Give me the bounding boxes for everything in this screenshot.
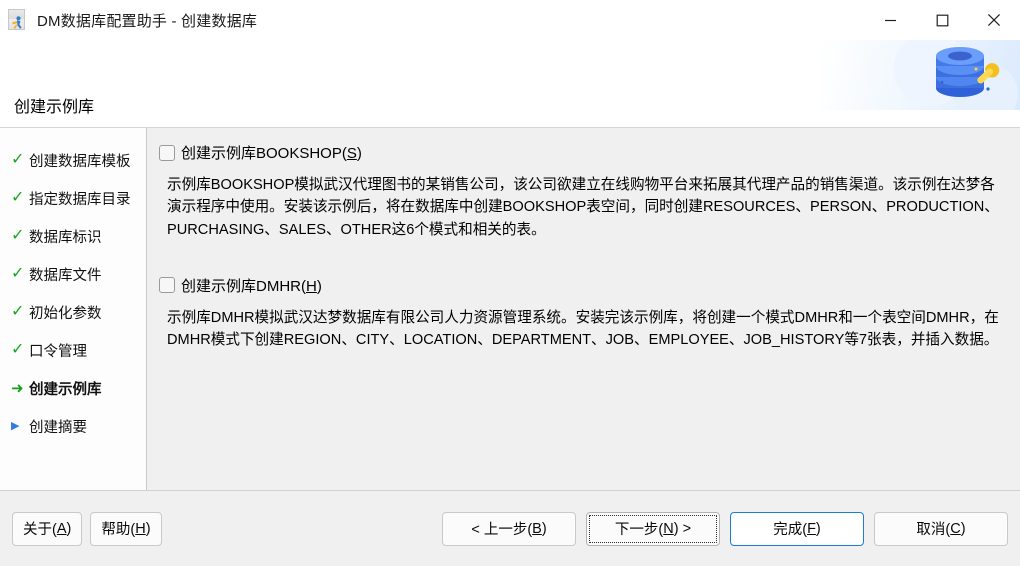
bookshop-checkbox[interactable] [159,144,175,161]
footer-right-buttons: < 上一步(B) 下一步(N) > 完成(F) 取消(C) [442,511,1008,546]
cancel-mnemonic: C [950,520,961,537]
finish-button[interactable]: 完成(F) [730,511,864,546]
page-title: 创建示例库 [14,99,95,116]
sidebar-step-create-summary[interactable]: ▶ 创建摘要 [0,407,146,445]
next-step-button[interactable]: 下一步(N) > [586,511,720,546]
page-banner: 创建示例库 [0,40,1020,127]
dm-assistant-icon [7,9,29,31]
sidebar-step-label: 创建示例库 [29,381,102,398]
minimize-button[interactable] [864,0,916,40]
database-wrench-illustration [820,40,1020,110]
close-icon [987,13,1001,27]
cancel-label-suffix: ) [960,520,966,537]
sidebar-step-init-parameters[interactable]: ✓ 初始化参数 [0,293,146,331]
sidebar-step-label: 初始化参数 [29,305,102,322]
minimize-icon [884,19,896,21]
dmhr-label-prefix: 创建示例库DMHR( [181,277,306,295]
dm-database-configuration-assistant-window: DM数据库配置助手 - 创建数据库 创建示例库 ✓ 创建数据库模板 ✓ 指定数据… [0,0,1020,566]
dmhr-checkbox[interactable] [159,277,175,294]
bookshop-checkbox-label: 创建示例库BOOKSHOP(S) [181,142,362,163]
finish-label-prefix: 完成( [773,522,808,538]
bookshop-checkbox-row[interactable]: 创建示例库BOOKSHOP(S) [159,142,1006,163]
window-title: DM数据库配置助手 - 创建数据库 [37,12,258,30]
check-icon: ✓ [11,151,25,168]
sidebar-step-label: 数据库文件 [29,267,102,284]
sidebar-step-database-files[interactable]: ✓ 数据库文件 [0,255,146,293]
arrow-right-icon: ➜ [11,379,24,397]
bookshop-mnemonic: S [346,145,357,162]
previous-step-button[interactable]: < 上一步(B) [442,511,576,546]
about-label-prefix: 关于( [23,522,57,538]
body-area: ✓ 创建数据库模板 ✓ 指定数据库目录 ✓ 数据库标识 ✓ 数据库文件 ✓ 初始… [0,127,1020,490]
about-button[interactable]: 关于(A) [12,511,83,546]
bookshop-label-suffix: ) [356,145,362,162]
help-mnemonic: H [135,520,146,537]
next-mnemonic: N [663,520,674,537]
prev-label-suffix: ) [541,520,547,537]
dmhr-description: 示例库DMHR模拟武汉达梦数据库有限公司人力资源管理系统。安装完该示例库，将创建… [167,309,999,349]
cancel-button[interactable]: 取消(C) [874,511,1008,546]
title-bar: DM数据库配置助手 - 创建数据库 [0,0,1020,40]
check-icon: ✓ [11,227,25,244]
about-label-suffix: ) [66,520,72,537]
wizard-steps-sidebar: ✓ 创建数据库模板 ✓ 指定数据库目录 ✓ 数据库标识 ✓ 数据库文件 ✓ 初始… [0,128,147,490]
sidebar-step-label: 口令管理 [29,343,87,360]
sidebar-step-label: 指定数据库目录 [29,191,131,208]
sidebar-step-label: 创建摘要 [29,419,87,436]
finish-label-suffix: ) [815,520,821,537]
check-icon: ✓ [11,341,25,358]
sidebar-step-label: 创建数据库模板 [29,153,131,170]
dmhr-label-suffix: ) [316,277,322,295]
cancel-label-prefix: 取消( [916,522,951,538]
check-icon: ✓ [11,189,25,206]
triangle-right-icon: ▶ [11,419,20,432]
maximize-button[interactable] [916,0,968,40]
dmhr-mnemonic: H [306,277,317,295]
sidebar-step-password-management[interactable]: ✓ 口令管理 [0,331,146,369]
sidebar-step-specify-directory[interactable]: ✓ 指定数据库目录 [0,179,146,217]
help-button[interactable]: 帮助(H) [90,511,162,546]
dmhr-checkbox-label: 创建示例库DMHR(H) [181,275,322,296]
next-label-suffix: ) > [673,520,692,537]
footer-button-bar: 关于(A) 帮助(H) < 上一步(B) 下一步(N) > 完成(F) 取消(C… [0,490,1020,566]
dmhr-checkbox-row[interactable]: 创建示例库DMHR(H) [159,275,1006,296]
content-panel: 创建示例库BOOKSHOP(S) 示例库BOOKSHOP模拟武汉代理图书的某销售… [147,128,1020,490]
window-controls [864,0,1020,40]
help-label-prefix: 帮助( [101,522,136,538]
sidebar-step-create-template[interactable]: ✓ 创建数据库模板 [0,141,146,179]
bookshop-label-prefix: 创建示例库BOOKSHOP( [181,145,347,162]
next-label-prefix: 下一步( [614,522,664,538]
check-icon: ✓ [11,303,25,320]
finish-mnemonic: F [807,520,816,537]
prev-mnemonic: B [532,520,542,537]
sidebar-step-database-identity[interactable]: ✓ 数据库标识 [0,217,146,255]
maximize-icon [936,14,948,26]
close-button[interactable] [968,0,1020,40]
footer-left-buttons: 关于(A) 帮助(H) [12,511,162,546]
bookshop-description: 示例库BOOKSHOP模拟武汉代理图书的某销售公司，该公司欲建立在线购物平台来拓… [167,177,999,238]
help-label-suffix: ) [145,520,151,537]
sidebar-step-label: 数据库标识 [29,229,102,246]
sidebar-step-create-sample-db[interactable]: ➜ 创建示例库 [0,369,146,407]
about-mnemonic: A [56,520,67,537]
prev-label-prefix: < 上一步( [471,522,533,538]
check-icon: ✓ [11,265,25,282]
